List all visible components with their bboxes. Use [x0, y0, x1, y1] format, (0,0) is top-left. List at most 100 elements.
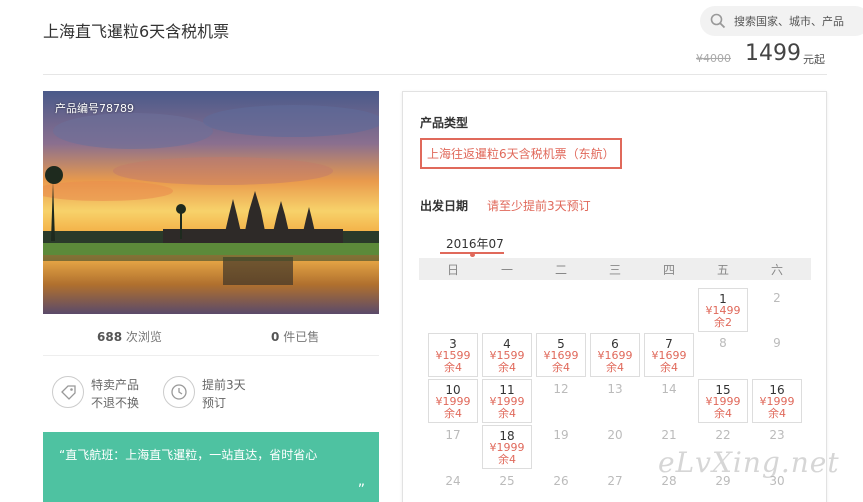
calendar-day: 17 — [428, 425, 478, 469]
calendar-day: 9 — [752, 333, 802, 377]
feature-title: 特卖产品 — [91, 378, 140, 392]
weekday-label: 五 — [716, 263, 729, 277]
feature-subtitle: 预订 — [202, 396, 227, 410]
calendar-day: 12 — [536, 379, 586, 423]
weekday-label: 日 — [446, 263, 459, 277]
calendar-day-available[interactable]: 6 ¥1699 余4 — [590, 333, 640, 377]
weekday-label: 三 — [608, 263, 621, 277]
month-tab[interactable]: 2016年07 — [446, 235, 504, 252]
day-number: 12 — [553, 382, 569, 396]
calendar-day-available[interactable]: 18 ¥1999 余4 — [482, 425, 532, 469]
product-code: 产品编号78789 — [55, 102, 134, 115]
day-remaining: 余4 — [606, 361, 624, 374]
day-number: 7 — [665, 337, 673, 351]
calendar-day: 20 — [590, 425, 640, 469]
clock-icon — [163, 376, 195, 408]
weekday-label: 二 — [554, 263, 567, 277]
calendar-day-available[interactable]: 4 ¥1599 余4 — [482, 333, 532, 377]
calendar-day: 27 — [590, 471, 640, 502]
header-divider — [43, 74, 827, 75]
calendar-day-available[interactable]: 7 ¥1699 余4 — [644, 333, 694, 377]
day-remaining: 余4 — [768, 407, 786, 420]
calendar-day: 19 — [536, 425, 586, 469]
weekday-label: 四 — [662, 263, 675, 277]
quote-close-icon: ” — [357, 482, 365, 498]
day-remaining: 余4 — [498, 407, 516, 420]
day-number: 11 — [499, 383, 515, 397]
calendar-day: 2 — [752, 288, 802, 332]
day-number: 10 — [445, 383, 461, 397]
day-number: 8 — [719, 336, 727, 350]
search-icon — [710, 13, 726, 29]
calendar-day-available[interactable]: 11 ¥1999 余4 — [482, 379, 532, 423]
calendar-day: 13 — [590, 379, 640, 423]
calendar-day-available[interactable]: 16 ¥1999 余4 — [752, 379, 802, 423]
promo-text: 直飞航班：上海直飞暹粒，一站直达，省时省心 — [65, 448, 318, 462]
day-number: 23 — [769, 428, 785, 442]
day-number: 18 — [499, 429, 515, 443]
tag-icon — [52, 376, 84, 408]
day-number: 16 — [769, 383, 785, 397]
day-number: 26 — [553, 474, 569, 488]
day-number: 15 — [715, 383, 731, 397]
day-remaining: 余4 — [714, 407, 732, 420]
booking-hint: 请至少提前3天预订 — [487, 199, 591, 213]
product-photo: 产品编号78789 — [43, 91, 379, 314]
calendar-day: 24 — [428, 471, 478, 502]
day-remaining: 余4 — [660, 361, 678, 374]
day-number: 13 — [607, 382, 623, 396]
day-number: 9 — [773, 336, 781, 350]
search-placeholder: 搜索国家、城市、产品 — [734, 15, 844, 28]
weekday-label: 一 — [500, 263, 513, 277]
calendar-day: 8 — [698, 333, 748, 377]
views-count: 688 次浏览 — [97, 330, 162, 344]
day-number: 5 — [557, 337, 565, 351]
day-remaining: 余4 — [498, 361, 516, 374]
calendar-day-available[interactable]: 3 ¥1599 余4 — [428, 333, 478, 377]
price-unit: 元起 — [803, 53, 825, 66]
day-number: 19 — [553, 428, 569, 442]
original-price: ¥4000 — [696, 52, 731, 65]
day-number: 25 — [499, 474, 515, 488]
current-price: 1499 — [745, 41, 801, 66]
calendar-day-available[interactable]: 10 ¥1999 余4 — [428, 379, 478, 423]
calendar-day: 14 — [644, 379, 694, 423]
watermark: eLvXing.net — [658, 446, 840, 479]
month-tab-indicator — [470, 253, 475, 257]
day-number: 20 — [607, 428, 623, 442]
day-number: 17 — [445, 428, 461, 442]
day-number: 4 — [503, 337, 511, 351]
day-number: 2 — [773, 291, 781, 305]
page-title: 上海直飞暹粒6天含税机票 — [43, 22, 230, 41]
feature-title: 提前3天 — [202, 378, 246, 392]
search-input[interactable]: 搜索国家、城市、产品 — [700, 6, 863, 36]
day-number: 6 — [611, 337, 619, 351]
feature-subtitle: 不退不换 — [91, 396, 140, 410]
day-remaining: 余4 — [552, 361, 570, 374]
weekday-header: 日 一 二 三 四 五 六 — [419, 258, 811, 280]
day-remaining: 余4 — [498, 453, 516, 466]
stats-divider — [43, 355, 379, 356]
day-number: 14 — [661, 382, 677, 396]
product-type-option[interactable]: 上海往返暹粒6天含税机票（东航） — [420, 138, 622, 169]
booking-panel: 产品类型 上海往返暹粒6天含税机票（东航） 出发日期 请至少提前3天预订 201… — [402, 91, 827, 502]
calendar-day: 26 — [536, 471, 586, 502]
day-number: 21 — [661, 428, 677, 442]
day-remaining: 余4 — [444, 361, 462, 374]
promo-banner: “直飞航班：上海直飞暹粒，一站直达，省时省心 ” — [43, 432, 379, 502]
calendar-day-available[interactable]: 1 ¥1499 余2 — [698, 288, 748, 332]
day-number: 1 — [719, 292, 727, 306]
day-number: 24 — [445, 474, 461, 488]
calendar-day: 25 — [482, 471, 532, 502]
day-remaining: 余4 — [444, 407, 462, 420]
day-number: 3 — [449, 337, 457, 351]
weekday-label: 六 — [770, 263, 783, 277]
day-remaining: 余2 — [714, 316, 732, 329]
day-number: 27 — [607, 474, 623, 488]
calendar-day-available[interactable]: 5 ¥1699 余4 — [536, 333, 586, 377]
departure-date-label: 出发日期 — [420, 199, 469, 213]
product-type-label: 产品类型 — [420, 116, 469, 130]
calendar-day-available[interactable]: 15 ¥1999 余4 — [698, 379, 748, 423]
sold-count: 0 件已售 — [271, 330, 320, 344]
day-number: 22 — [715, 428, 731, 442]
